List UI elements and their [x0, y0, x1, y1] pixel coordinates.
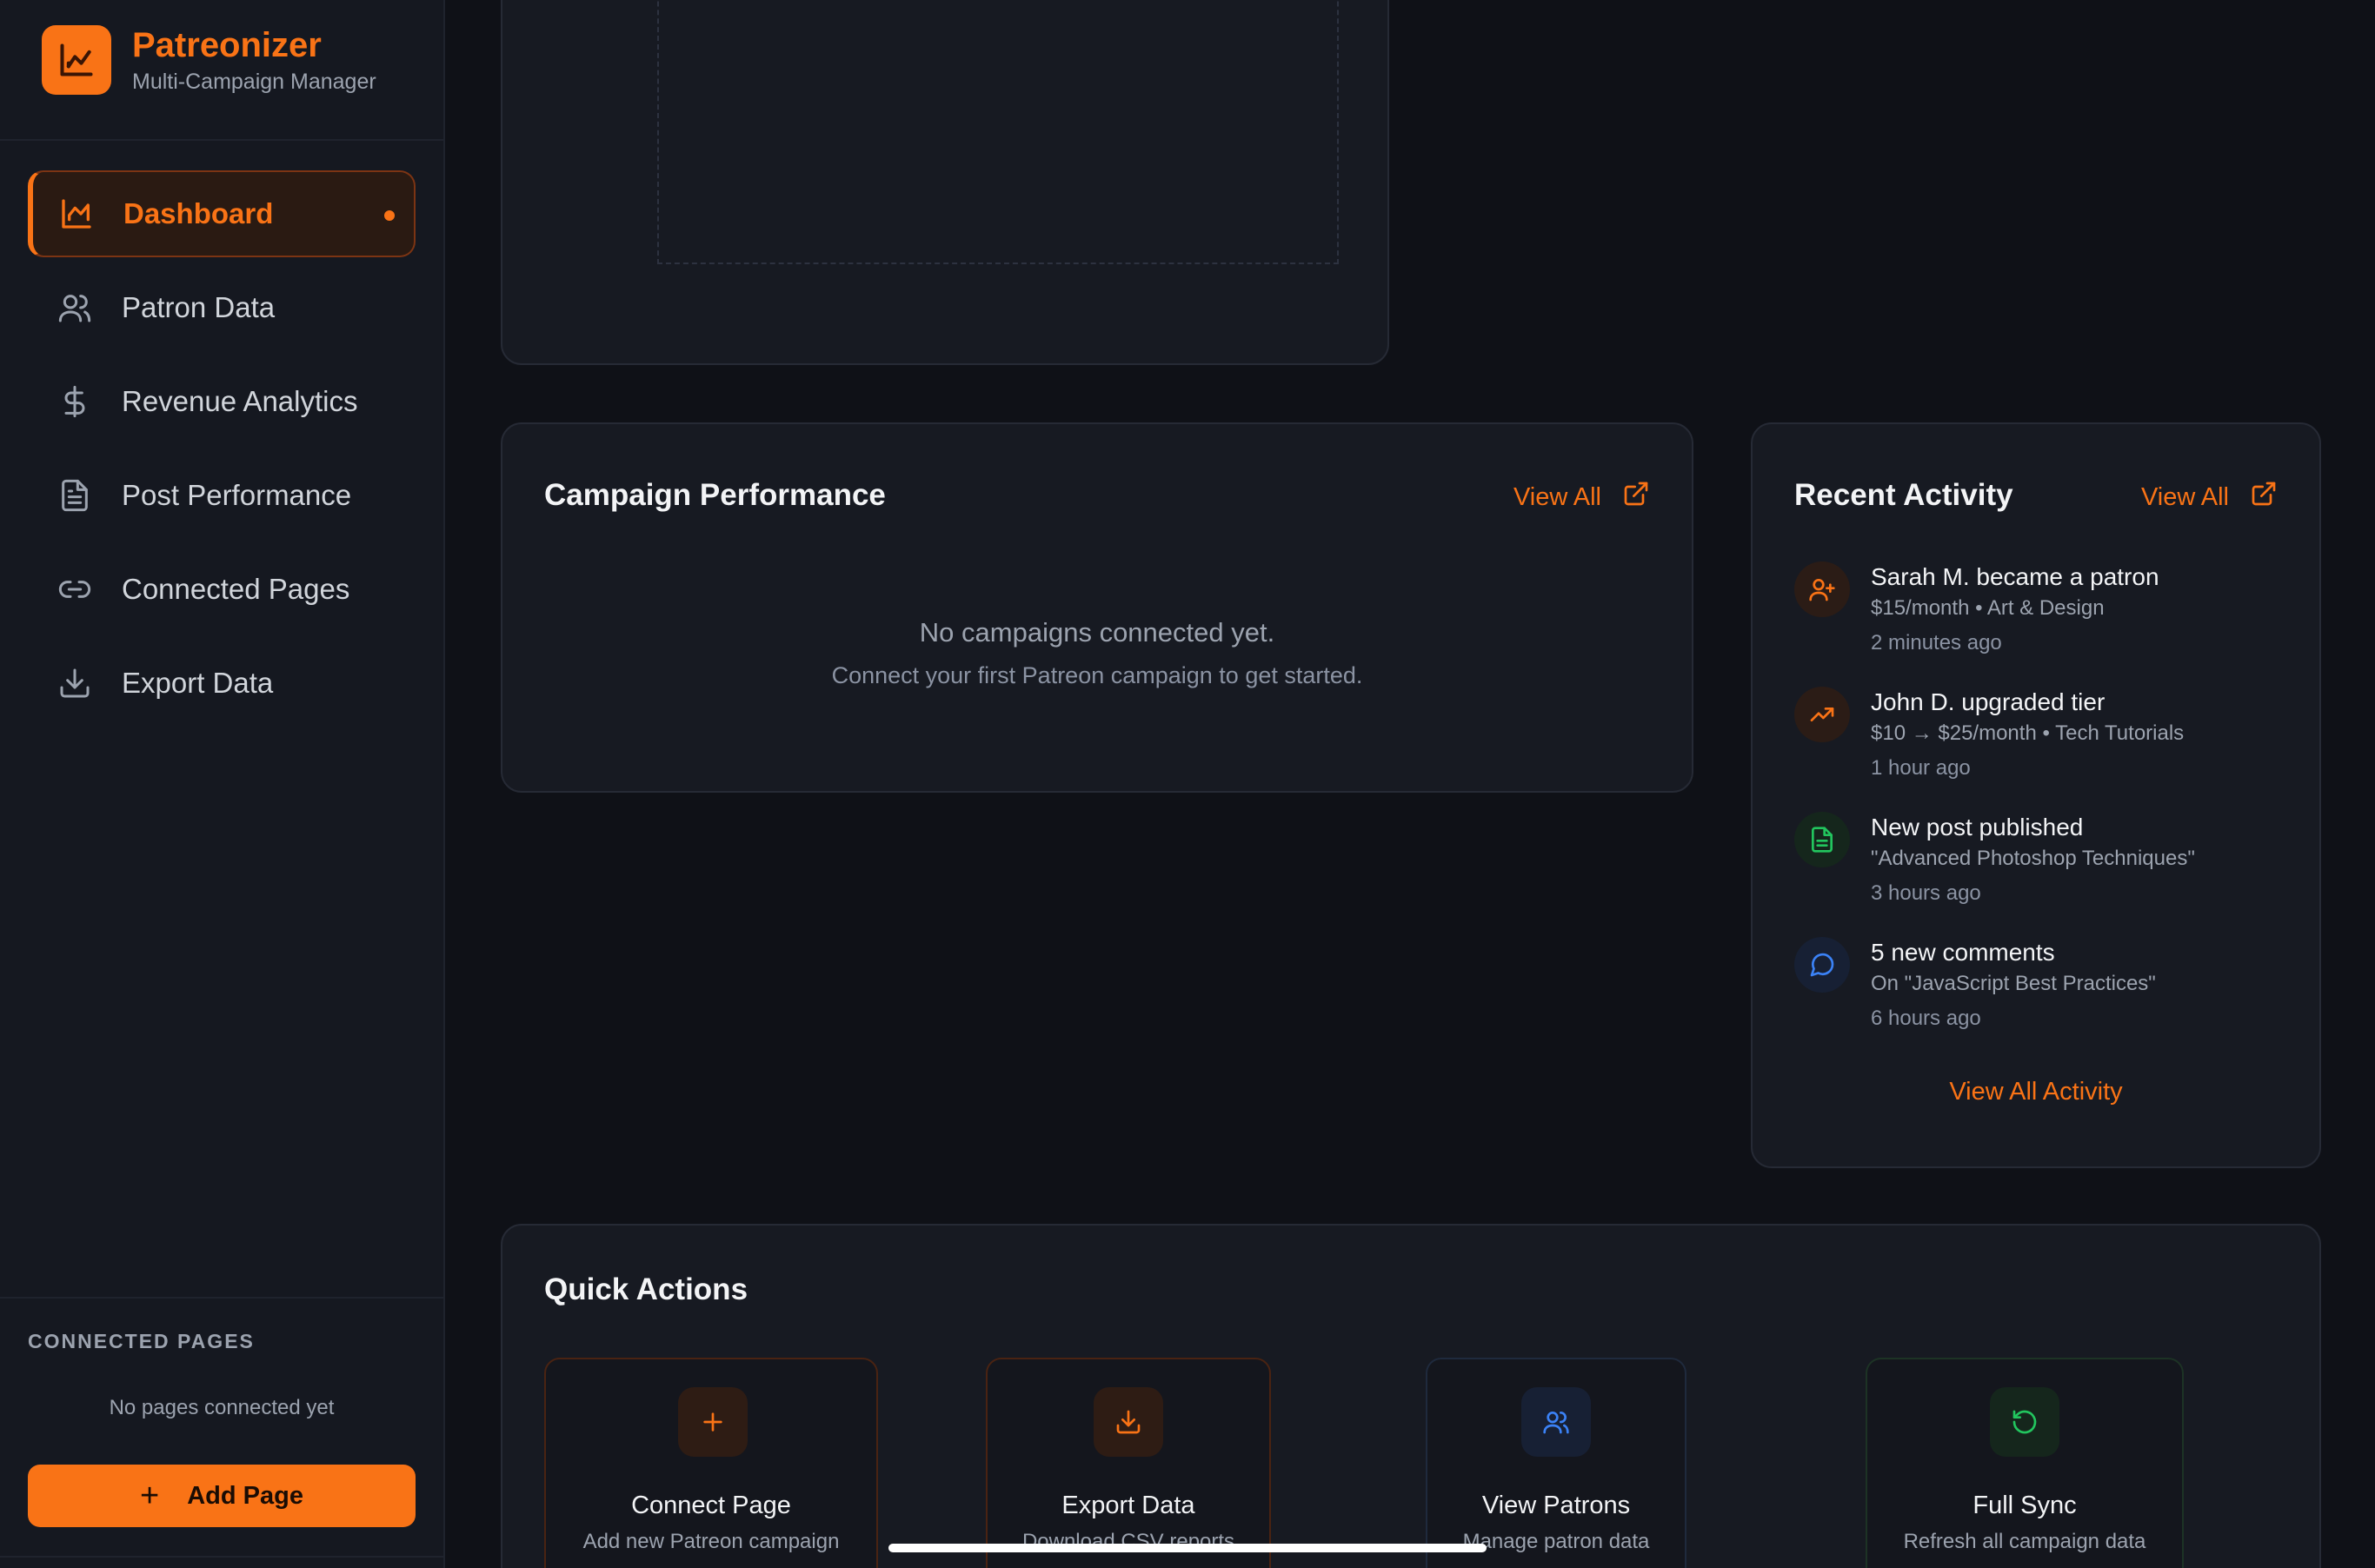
chart-icon: [57, 195, 96, 233]
app-name: Patreonizer: [132, 26, 322, 64]
plus-icon: [678, 1387, 748, 1457]
recent-activity-title: Recent Activity: [1794, 478, 2013, 512]
active-indicator: [384, 210, 395, 221]
sidebar-item-post-performance[interactable]: Post Performance: [28, 452, 416, 539]
sidebar-item-patron-data[interactable]: Patron Data: [28, 264, 416, 351]
quick-actions-title: Quick Actions: [544, 1272, 748, 1306]
activity-item[interactable]: John D. upgraded tier $10 → $25/month • …: [1794, 687, 2298, 791]
action-title: Full Sync: [1973, 1492, 2077, 1519]
divider: [0, 1556, 443, 1558]
add-page-label: Add Page: [187, 1481, 303, 1510]
chart-icon: [42, 24, 111, 95]
refresh-icon: [1990, 1387, 2059, 1457]
view-patrons-action[interactable]: View Patrons Manage patron data: [1426, 1358, 1686, 1568]
export-data-action[interactable]: Export Data Download CSV reports: [986, 1358, 1271, 1568]
activity-subtitle: On "JavaScript Best Practices": [1871, 972, 2156, 995]
divider: [0, 139, 443, 141]
external-link-icon: [2250, 480, 2278, 515]
activity-time: 3 hours ago: [1871, 881, 1981, 905]
document-icon: [56, 476, 94, 515]
sidebar-item-connected-pages[interactable]: Connected Pages: [28, 546, 416, 633]
plus-icon: +: [140, 1478, 160, 1514]
activity-subtitle: "Advanced Photoshop Techniques": [1871, 847, 2195, 870]
campaign-performance-card: Campaign Performance View All No campaig…: [501, 422, 1693, 793]
download-icon: [56, 664, 94, 702]
activity-item[interactable]: 5 new comments On "JavaScript Best Pract…: [1794, 937, 2298, 1041]
activity-subtitle: $10 → $25/month • Tech Tutorials: [1871, 721, 2185, 745]
action-title: View Patrons: [1481, 1492, 1631, 1519]
chart-placeholder: [657, 0, 1339, 264]
divider: [0, 1297, 443, 1299]
link-icon: [56, 570, 94, 608]
document-icon: [1794, 812, 1850, 867]
sidebar: Patreonizer Multi-Campaign Manager Dashb…: [0, 0, 445, 1568]
chart-placeholder-card: [501, 0, 1389, 365]
users-icon: [56, 289, 94, 327]
sidebar-item-label: Revenue Analytics: [122, 385, 358, 417]
activity-item[interactable]: Sarah M. became a patron $15/month • Art…: [1794, 561, 2298, 666]
campaign-performance-title: Campaign Performance: [544, 478, 886, 512]
connected-pages-heading: CONNECTED PAGES: [28, 1330, 255, 1352]
user-plus-icon: [1794, 561, 1850, 617]
sidebar-item-label: Post Performance: [122, 479, 352, 511]
action-title: Export Data: [1061, 1492, 1195, 1519]
empty-state-subtitle: Connect your first Patreon campaign to g…: [831, 662, 1363, 688]
activity-time: 2 minutes ago: [1871, 631, 2002, 654]
sidebar-item-revenue-analytics[interactable]: Revenue Analytics: [28, 358, 416, 445]
trending-up-icon: [1794, 687, 1850, 742]
recent-activity-card: Recent Activity View All Sarah M. became…: [1751, 422, 2321, 1168]
brand[interactable]: Patreonizer Multi-Campaign Manager: [42, 24, 376, 95]
connected-pages-empty: No pages connected yet: [109, 1396, 335, 1419]
sidebar-item-label: Connected Pages: [122, 573, 350, 605]
activity-time: 1 hour ago: [1871, 756, 1971, 780]
activity-title: Sarah M. became a patron: [1871, 563, 2159, 590]
sidebar-item-label: Export Data: [122, 667, 274, 699]
action-subtitle: Refresh all campaign data: [1903, 1530, 2146, 1553]
download-icon: [1094, 1387, 1163, 1457]
action-title: Connect Page: [631, 1492, 791, 1519]
view-all-label: View All: [1513, 482, 1601, 511]
connect-page-action[interactable]: Connect Page Add new Patreon campaign: [544, 1358, 878, 1568]
empty-state-title: No campaigns connected yet.: [919, 617, 1275, 648]
campaign-performance-view-all[interactable]: View All: [1513, 480, 1650, 515]
sidebar-item-export-data[interactable]: Export Data: [28, 640, 416, 727]
activity-time: 6 hours ago: [1871, 1007, 1981, 1030]
activity-title: John D. upgraded tier: [1871, 688, 2106, 715]
activity-subtitle: $15/month • Art & Design: [1871, 596, 2105, 620]
add-page-button[interactable]: + Add Page: [28, 1465, 416, 1527]
recent-activity-view-all[interactable]: View All: [2141, 480, 2278, 515]
action-subtitle: Add new Patreon campaign: [582, 1530, 840, 1553]
full-sync-action[interactable]: Full Sync Refresh all campaign data: [1866, 1358, 2184, 1568]
sidebar-nav: Dashboard Patron Data Revenue Analytics: [28, 170, 416, 734]
external-link-icon: [1622, 480, 1650, 515]
comment-icon: [1794, 937, 1850, 993]
view-all-activity-link[interactable]: View All Activity: [1753, 1078, 2319, 1106]
sidebar-item-label: Dashboard: [123, 197, 274, 229]
sidebar-item-dashboard[interactable]: Dashboard: [28, 170, 416, 257]
activity-title: 5 new comments: [1871, 939, 2055, 966]
app-subtitle: Multi-Campaign Manager: [132, 70, 376, 94]
activity-title: New post published: [1871, 814, 2084, 840]
dollar-icon: [56, 382, 94, 421]
users-icon: [1521, 1387, 1591, 1457]
home-indicator[interactable]: [888, 1544, 1487, 1552]
activity-item[interactable]: New post published "Advanced Photoshop T…: [1794, 812, 2298, 916]
quick-actions-card: Quick Actions Connect Page Add new Patre…: [501, 1224, 2321, 1568]
view-all-label: View All: [2140, 482, 2229, 511]
sidebar-item-label: Patron Data: [122, 291, 276, 323]
